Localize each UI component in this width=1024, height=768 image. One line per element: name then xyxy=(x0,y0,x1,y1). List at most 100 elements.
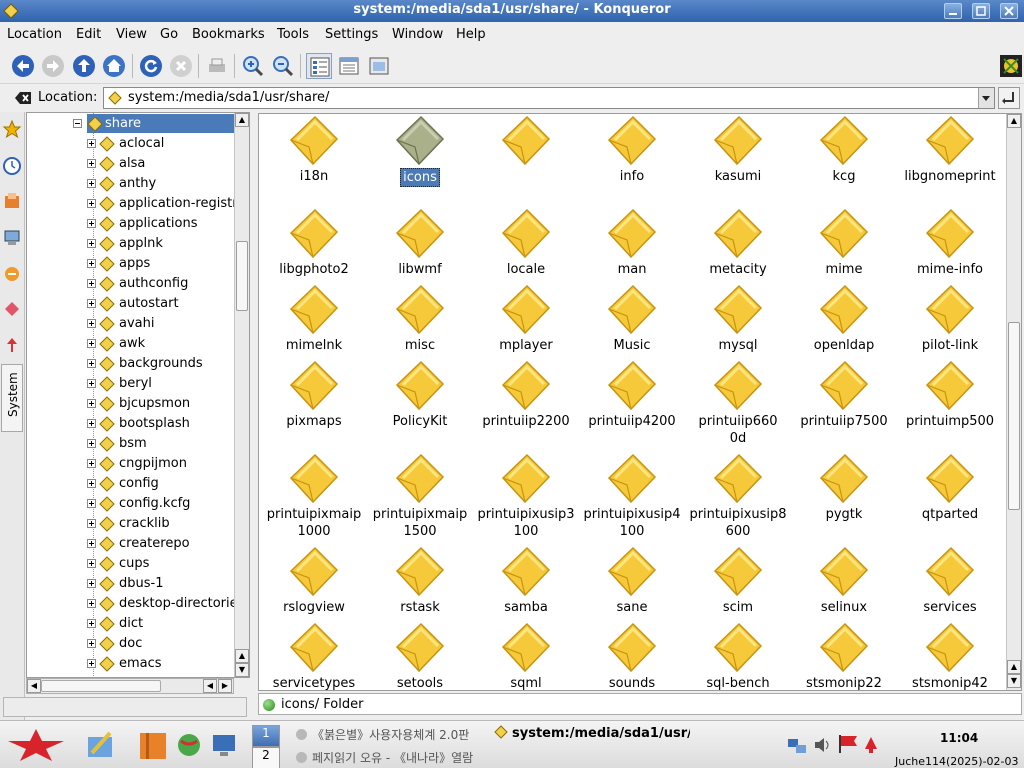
folder-item[interactable]: libwmf xyxy=(367,207,473,278)
folder-item[interactable]: setools xyxy=(367,621,473,690)
location-dropdown-button[interactable] xyxy=(978,88,994,108)
folder-item[interactable]: printuipixmaip 1500 xyxy=(367,452,473,540)
folder-item[interactable]: openldap xyxy=(791,283,897,354)
folder-item[interactable]: stsmonip22 xyxy=(791,621,897,690)
folder-item[interactable]: stsmonip42 xyxy=(897,621,1003,690)
folder-item[interactable]: services xyxy=(897,545,1003,616)
tree-item[interactable]: cngpijmon xyxy=(87,454,247,474)
services-icon[interactable] xyxy=(2,298,22,328)
scroll-right-arrow[interactable]: ▶ xyxy=(218,679,232,693)
scroll-left-arrow[interactable]: ◀ xyxy=(203,679,217,693)
tree-item[interactable]: backgrounds xyxy=(87,354,247,374)
tree-item[interactable]: cups xyxy=(87,554,247,574)
expand-toggle[interactable] xyxy=(87,239,96,248)
menu-go[interactable]: Go xyxy=(160,27,178,42)
expand-toggle[interactable] xyxy=(87,599,96,608)
folder-item[interactable]: printuiip7500 xyxy=(791,359,897,430)
folder-item[interactable]: i18n xyxy=(261,114,367,185)
expand-toggle[interactable] xyxy=(87,459,96,468)
menu-view[interactable]: View xyxy=(116,27,147,42)
tree-item[interactable]: alsa xyxy=(87,154,247,174)
tree-horizontal-scrollbar[interactable]: ◀ ◀ ▶ xyxy=(26,678,234,694)
folder-item[interactable]: sql-bench xyxy=(685,621,791,690)
folder-item[interactable]: servicetypes xyxy=(261,621,367,690)
tree-item[interactable]: applications xyxy=(87,214,247,234)
folder-item[interactable]: misc xyxy=(367,283,473,354)
folder-item[interactable]: printuipixmaip 1000 xyxy=(261,452,367,540)
tree-item[interactable]: bsm xyxy=(87,434,247,454)
expand-toggle[interactable] xyxy=(87,559,96,568)
scroll-down-arrow[interactable]: ▼ xyxy=(1007,674,1021,688)
files-launcher-icon[interactable] xyxy=(138,729,168,761)
tree-item[interactable]: bjcupsmon xyxy=(87,394,247,414)
folder-item[interactable]: printuiip660 0d xyxy=(685,359,791,447)
preview-button[interactable] xyxy=(366,53,392,79)
home-folder-icon[interactable] xyxy=(2,190,22,220)
folder-item[interactable]: printuipixusip3 100 xyxy=(473,452,579,540)
folder-item[interactable]: Music xyxy=(579,283,685,354)
root-folder-icon[interactable] xyxy=(2,262,22,292)
tree-item[interactable]: bootsplash xyxy=(87,414,247,434)
folder-item[interactable]: rstask xyxy=(367,545,473,616)
zoom-out-button[interactable] xyxy=(270,53,296,79)
folder-item[interactable]: metacity xyxy=(685,207,791,278)
start-menu-star-icon[interactable] xyxy=(6,727,66,763)
tree-item[interactable]: apps xyxy=(87,254,247,274)
folder-item[interactable]: kcg xyxy=(791,114,897,185)
expand-toggle[interactable] xyxy=(87,159,96,168)
expand-toggle[interactable] xyxy=(87,659,96,668)
expand-toggle[interactable] xyxy=(87,419,96,428)
folder-item[interactable]: samba xyxy=(473,545,579,616)
menu-help[interactable]: Help xyxy=(456,27,486,42)
folder-item[interactable]: rslogview xyxy=(261,545,367,616)
print-button[interactable] xyxy=(204,53,230,79)
scroll-left-arrow[interactable]: ◀ xyxy=(27,679,41,693)
monitor-launcher-icon[interactable] xyxy=(210,731,238,759)
scroll-up-arrow[interactable]: ▲ xyxy=(1007,660,1021,674)
scroll-up-arrow[interactable]: ▲ xyxy=(235,113,249,127)
network-icon[interactable] xyxy=(2,226,22,256)
tree-item[interactable]: desktop-directorie xyxy=(87,594,247,614)
history-clock-icon[interactable] xyxy=(2,154,22,184)
folder-item[interactable]: pixmaps xyxy=(261,359,367,430)
task-button-browser[interactable]: 페지읽기 오유 - 《내나라》열람 xyxy=(296,749,486,768)
tree-item[interactable]: awk xyxy=(87,334,247,354)
reload-button[interactable] xyxy=(138,53,164,79)
network-status-icon[interactable] xyxy=(786,735,808,755)
task-button-os-info[interactable]: 《붉은별》사용자용체계 2.0판 xyxy=(296,726,486,746)
tree-item[interactable]: dbus-1 xyxy=(87,574,247,594)
clear-location-icon[interactable] xyxy=(14,90,32,106)
folder-item[interactable]: libgphoto2 xyxy=(261,207,367,278)
tree-item[interactable]: avahi xyxy=(87,314,247,334)
home-button[interactable] xyxy=(101,53,127,79)
folder-item[interactable]: mysql xyxy=(685,283,791,354)
tree-item[interactable]: applnk xyxy=(87,234,247,254)
tree-item[interactable]: config xyxy=(87,474,247,494)
expand-toggle[interactable] xyxy=(87,139,96,148)
folder-item[interactable]: selinux xyxy=(791,545,897,616)
expand-toggle[interactable] xyxy=(87,299,96,308)
forward-button[interactable] xyxy=(40,53,66,79)
go-button[interactable] xyxy=(998,87,1020,109)
browser-globe-icon[interactable] xyxy=(176,731,202,759)
folder-item[interactable]: mime xyxy=(791,207,897,278)
expand-toggle[interactable] xyxy=(87,619,96,628)
tree-item[interactable]: doc xyxy=(87,634,247,654)
menu-tools[interactable]: Tools xyxy=(277,27,309,42)
desktop-2-button[interactable]: 2 xyxy=(252,747,280,768)
tree-item[interactable]: config.kcfg xyxy=(87,494,247,514)
volume-speaker-icon[interactable] xyxy=(812,735,832,755)
menu-edit[interactable]: Edit xyxy=(76,27,101,42)
back-button[interactable] xyxy=(10,53,36,79)
folder-item[interactable] xyxy=(473,114,579,198)
expand-toggle[interactable] xyxy=(87,179,96,188)
folder-item[interactable]: scim xyxy=(685,545,791,616)
folder-item[interactable]: printuimp500 xyxy=(897,359,1003,430)
tree-item[interactable]: createrepo xyxy=(87,534,247,554)
folder-item[interactable]: info xyxy=(579,114,685,185)
icon-view-scroll-thumb[interactable] xyxy=(1008,322,1020,510)
folder-item[interactable]: mimelnk xyxy=(261,283,367,354)
notification-icon[interactable] xyxy=(862,735,880,755)
flag-icon[interactable] xyxy=(836,733,860,755)
folder-item[interactable]: PolicyKit xyxy=(367,359,473,430)
